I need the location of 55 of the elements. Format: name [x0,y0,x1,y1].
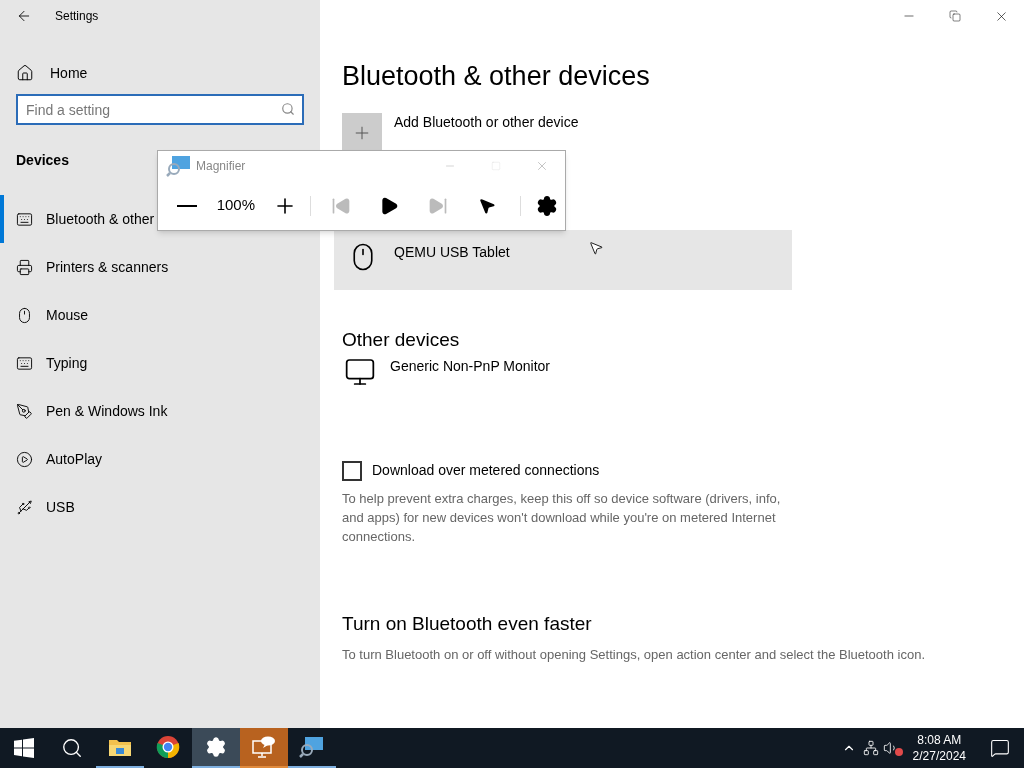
add-device-button[interactable] [342,112,382,153]
home-link[interactable]: Home [50,62,88,84]
taskbar-app[interactable] [192,728,240,768]
usb-icon [16,498,33,516]
network-icon[interactable] [862,740,879,756]
section-heading: Turn on Bluetooth even faster [342,612,592,636]
play-icon [379,195,400,216]
back-button[interactable] [16,8,32,24]
nav-item[interactable]: Pen & Windows Ink [0,387,320,435]
device-row[interactable]: Generic Non-PnP Monitor [334,354,792,414]
keyboard-icon [16,354,33,372]
zoom-level: 100% [215,195,256,216]
nav-item[interactable]: AutoPlay [0,435,320,483]
search-field[interactable]: Find a setting [16,94,304,125]
section-heading: Other devices [342,327,460,352]
settings-icon [536,194,559,217]
muted-speaker-icon[interactable] [882,740,903,756]
mouse-icon [16,306,33,324]
keyboard-icon [16,210,33,228]
device-row[interactable]: QEMU USB Tablet [334,229,792,290]
window-title: Settings [55,8,99,25]
back-arrow-icon [16,8,32,24]
minus-icon [176,204,197,207]
nav-item[interactable]: USB [0,483,320,531]
home-icon [16,64,34,82]
speech-bubble-icon [990,738,1010,758]
pointer-icon [588,240,604,256]
monitor-chat-icon [251,735,277,759]
nav-item[interactable]: Mouse [0,291,320,339]
close-icon [535,159,549,173]
page-title: Bluetooth & other devices [342,60,650,93]
add-device-label: Add Bluetooth or other device [394,113,579,132]
gear-icon [205,736,227,758]
monitor-icon [344,356,376,388]
section-heading: Devices [16,151,69,170]
magnifier-icon [299,735,325,759]
search-icon [281,102,295,116]
magnifier-title: Magnifier [196,158,246,175]
clock[interactable]: 8:08 AM 2/27/2024 [902,728,976,768]
help-text: To turn Bluetooth on or off without opening Settings, open action center and select the Bluetooth icon. [342,645,925,664]
pointer-icon [478,196,497,215]
checkbox[interactable] [342,460,362,481]
search-icon [61,737,83,759]
magnifier-icon [166,154,192,178]
windows-logo-icon [14,738,34,758]
nav-item[interactable]: Typing [0,339,320,387]
browser-icon [156,735,180,759]
pen-icon [16,402,33,420]
checkbox-label: Download over metered connections [372,461,600,480]
printer-icon [16,258,33,276]
folder-icon [108,737,132,757]
play-circle-icon [16,450,33,468]
nav-item[interactable]: Printers & scanners [0,243,320,291]
restore-icon [949,10,961,22]
help-text: To help prevent extra charges, keep this off so device software (drivers, info, and apps) for new devices won't download while you're on metered Internet connections. [342,490,782,546]
